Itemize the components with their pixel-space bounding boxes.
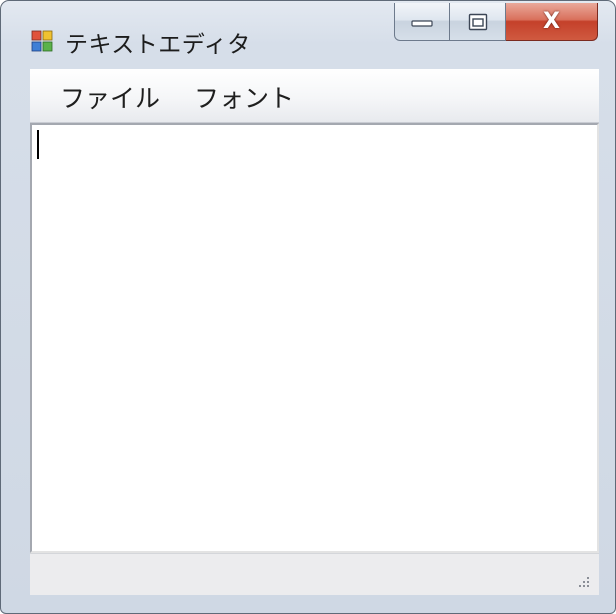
minimize-button[interactable] bbox=[394, 3, 450, 41]
menu-font[interactable]: フォント bbox=[190, 77, 298, 117]
title-bar[interactable]: テキストエディタ X bbox=[1, 1, 615, 67]
status-bar bbox=[30, 553, 599, 595]
menu-bar: ファイル フォント bbox=[30, 69, 599, 123]
close-button[interactable]: X bbox=[506, 3, 598, 41]
maximize-button[interactable] bbox=[450, 3, 506, 41]
maximize-icon bbox=[468, 13, 487, 30]
application-window: テキストエディタ X ファイル フォント bbox=[0, 0, 616, 614]
windows-form-icon[interactable] bbox=[31, 30, 53, 52]
close-icon: X bbox=[543, 9, 560, 34]
caption-buttons: X bbox=[394, 3, 598, 41]
resize-grip-icon[interactable] bbox=[575, 573, 591, 589]
text-area[interactable] bbox=[30, 123, 599, 553]
text-caret bbox=[37, 130, 39, 159]
menu-file[interactable]: ファイル bbox=[56, 77, 164, 117]
minimize-icon bbox=[411, 19, 433, 27]
window-title: テキストエディタ bbox=[65, 32, 251, 58]
